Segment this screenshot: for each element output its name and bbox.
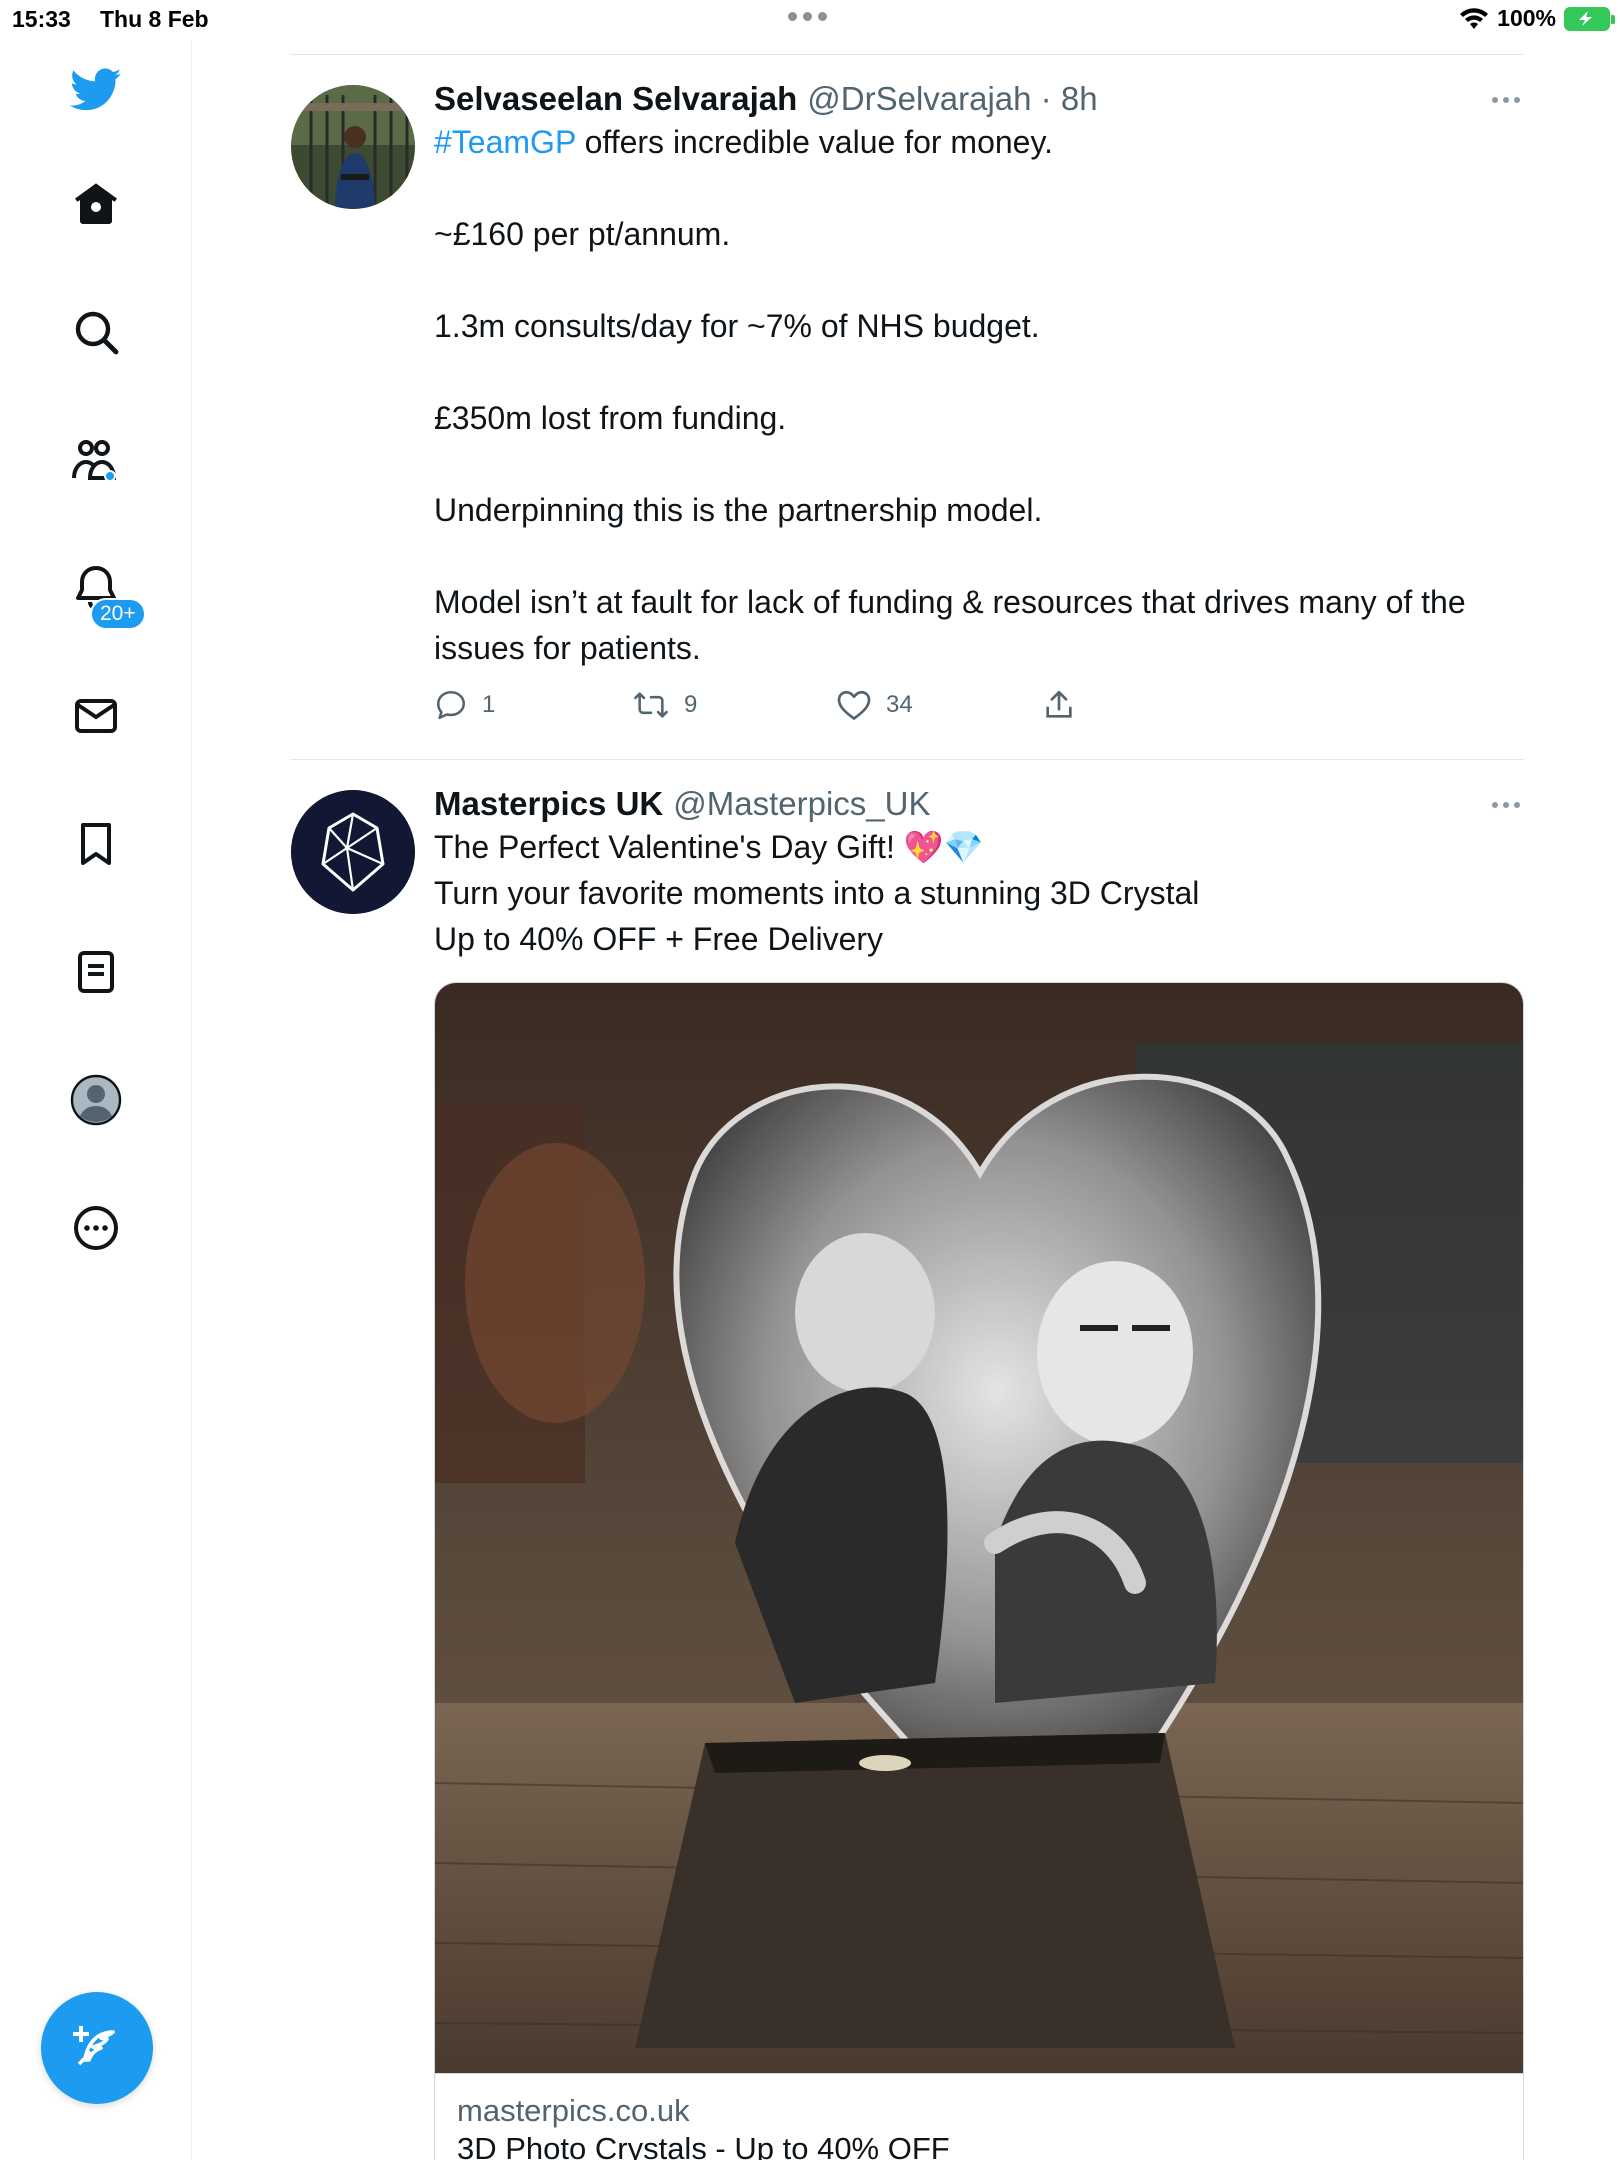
author-handle[interactable]: @Masterpics_UK bbox=[673, 784, 930, 824]
tweet-line: Up to 40% OFF + Free Delivery bbox=[434, 921, 884, 957]
timeline: Selvaseelan Selvarajah @DrSelvarajah · 8… bbox=[291, 54, 1524, 2160]
nav-more[interactable] bbox=[56, 1188, 136, 1268]
avatar[interactable] bbox=[291, 790, 415, 914]
nav-home[interactable] bbox=[56, 164, 136, 244]
author-name[interactable]: Masterpics UK bbox=[434, 784, 663, 824]
heart-icon bbox=[837, 690, 871, 720]
tweet-header: Selvaseelan Selvarajah @DrSelvarajah · 8… bbox=[434, 79, 1524, 119]
tweet-paragraph: ~£160 per pt/annum. bbox=[434, 216, 731, 252]
wifi-icon bbox=[1460, 7, 1489, 29]
author-name[interactable]: Selvaseelan Selvarajah bbox=[434, 79, 797, 119]
tweet-line: The Perfect Valentine's Day Gift! 💖💎 bbox=[434, 829, 984, 865]
retweet-icon bbox=[634, 692, 668, 718]
nav-profile[interactable] bbox=[56, 1060, 136, 1140]
bookmark-icon bbox=[81, 823, 111, 865]
compose-tweet-button[interactable] bbox=[41, 1992, 153, 2104]
share-icon bbox=[1046, 690, 1072, 718]
multitasking-dots-icon[interactable] bbox=[788, 12, 827, 21]
ad-image[interactable] bbox=[434, 982, 1524, 2074]
tweet-masterpics[interactable]: Masterpics UK @Masterpics_UK The Perfect… bbox=[291, 760, 1524, 2160]
tweet-text: The Perfect Valentine's Day Gift! 💖💎 Tur… bbox=[434, 824, 1524, 962]
tweet-more-icon[interactable] bbox=[1492, 97, 1520, 103]
tweet-line: Turn your favorite moments into a stunni… bbox=[434, 875, 1200, 911]
nav-lists[interactable] bbox=[56, 932, 136, 1012]
more-circle-icon bbox=[74, 1206, 118, 1250]
battery-percent: 100% bbox=[1497, 5, 1556, 31]
twitter-logo-icon[interactable] bbox=[56, 50, 136, 130]
nav-bookmarks[interactable] bbox=[56, 804, 136, 884]
envelope-icon bbox=[75, 699, 117, 733]
profile-avatar-icon bbox=[70, 1074, 122, 1126]
status-bar: 15:33 Thu 8 Feb 100% bbox=[0, 0, 1620, 40]
hashtag-link[interactable]: #TeamGP bbox=[434, 124, 576, 160]
tweet-selvarajah[interactable]: Selvaseelan Selvarajah @DrSelvarajah · 8… bbox=[291, 55, 1524, 759]
card-title: 3D Photo Crystals - Up to 40% OFF bbox=[457, 2131, 950, 2160]
tweet-paragraph: £350m lost from funding. bbox=[434, 400, 787, 436]
search-icon bbox=[75, 311, 119, 355]
author-handle-time[interactable]: @DrSelvarajah · 8h bbox=[807, 79, 1097, 119]
link-card[interactable]: masterpics.co.uk 3D Photo Crystals - Up … bbox=[434, 2074, 1524, 2160]
card-domain: masterpics.co.uk bbox=[457, 2093, 690, 2128]
like-button[interactable]: 34 bbox=[836, 688, 1042, 722]
status-date: Thu 8 Feb bbox=[100, 6, 209, 32]
nav-explore[interactable] bbox=[56, 292, 136, 372]
tweet-paragraph: 1.3m consults/day for ~7% of NHS budget. bbox=[434, 308, 1040, 344]
list-icon bbox=[78, 951, 114, 993]
tweet-more-icon[interactable] bbox=[1492, 802, 1520, 808]
home-icon bbox=[75, 183, 117, 224]
share-button[interactable] bbox=[1042, 688, 1076, 722]
like-count: 34 bbox=[886, 691, 913, 718]
communities-dot-badge bbox=[104, 470, 116, 482]
reply-count: 1 bbox=[482, 691, 496, 718]
tweet-actions: 1 9 34 bbox=[434, 685, 1524, 725]
retweet-count: 9 bbox=[684, 691, 698, 718]
tweet-header: Masterpics UK @Masterpics_UK bbox=[434, 784, 1524, 824]
battery-icon bbox=[1564, 6, 1615, 31]
notifications-badge: 20+ bbox=[90, 598, 146, 630]
avatar[interactable] bbox=[291, 85, 415, 209]
nav-communities[interactable] bbox=[56, 420, 136, 500]
tweet-paragraph: Underpinning this is the partnership mod… bbox=[434, 492, 1043, 528]
retweet-button[interactable]: 9 bbox=[632, 688, 836, 722]
feather-plus-icon bbox=[73, 2026, 115, 2066]
status-time: 15:33 bbox=[12, 6, 71, 32]
sidebar-nav: 20+ bbox=[0, 40, 192, 2160]
nav-messages[interactable] bbox=[56, 676, 136, 756]
tweet-text: #TeamGP offers incredible value for mone… bbox=[434, 119, 1524, 671]
reply-icon bbox=[436, 690, 466, 720]
tweet-line: offers incredible value for money. bbox=[575, 124, 1053, 160]
tweet-paragraph: Model isn’t at fault for lack of funding… bbox=[434, 584, 1466, 666]
reply-button[interactable]: 1 bbox=[434, 688, 632, 722]
